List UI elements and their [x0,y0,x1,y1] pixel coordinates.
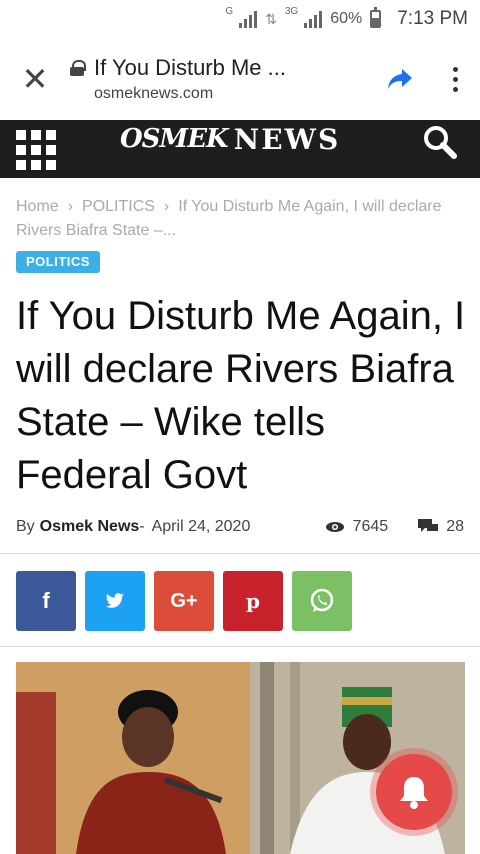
tab-title: If You Disturb Me ... [94,55,286,80]
byline-prefix: By [16,518,35,535]
eye-icon [325,522,344,532]
divider [0,646,480,647]
comments-count[interactable]: 28 [418,518,464,536]
battery-icon [370,7,382,28]
hero-photo-left [16,662,250,854]
google-plus-share-button[interactable]: G+ [154,571,214,631]
lock-icon [70,60,86,76]
twitter-icon [105,593,124,608]
browser-toolbar: ✕ If You Disturb Me ... osmeknews.com [0,38,480,120]
logo-osmek: OSMEK [120,124,229,154]
url-domain: osmeknews.com [94,85,214,102]
divider [0,553,480,554]
breadcrumb-current: If You Disturb Me Again, I will declare … [16,198,442,239]
facebook-share-button[interactable]: f [16,571,76,631]
whatsapp-share-button[interactable] [292,571,352,631]
article-meta: By Osmek News - April 24, 2020 7645 28 [16,515,464,539]
menu-grid-icon[interactable] [16,130,56,170]
breadcrumb-home[interactable]: Home [16,198,59,215]
article-headline: If You Disturb Me Again, I will declare … [16,294,466,497]
pinterest-icon: p [246,589,260,613]
chevron-right-icon: › [67,198,74,215]
url-block[interactable]: If You Disturb Me ... osmeknews.com [70,55,370,103]
signal-icon-2 [304,10,323,28]
views-count: 7645 [325,518,389,536]
battery-percent: 60% [330,10,363,27]
close-icon[interactable]: ✕ [0,38,70,120]
signal-icon [239,10,258,28]
date-separator: - [139,518,145,535]
more-options-icon[interactable] [430,38,480,120]
network-type-2: 3G [284,6,299,17]
author-name[interactable]: Osmek News [40,518,140,536]
facebook-icon: f [42,588,50,613]
search-icon[interactable] [422,124,458,160]
chevron-right-icon: › [163,198,170,215]
comments-value: 28 [446,518,464,535]
logo-news: NEWS [233,122,341,156]
share-icon[interactable] [370,38,430,120]
views-value: 7645 [352,518,389,535]
site-logo[interactable]: OSMEK NEWS [120,120,340,158]
clock: 7:13 PM [397,8,468,29]
category-badge[interactable]: POLITICS [16,251,100,273]
notification-bell-button[interactable] [376,754,452,830]
breadcrumb-category[interactable]: POLITICS [82,198,155,215]
bell-icon [400,777,428,809]
share-buttons: f G+ p [16,571,352,631]
publish-date: April 24, 2020 [151,518,251,535]
status-bar: G ⇅ 3G 60% 7:13 PM [0,0,480,38]
twitter-share-button[interactable] [85,571,145,631]
google-plus-icon: G+ [170,589,198,612]
data-arrows-icon: ⇅ [265,10,277,27]
comment-icon [418,519,439,532]
whatsapp-icon [310,588,334,612]
breadcrumb: Home › POLITICS › If You Disturb Me Again, I… [16,195,456,243]
pinterest-share-button[interactable]: p [223,571,283,631]
site-header: OSMEK NEWS [0,120,480,178]
network-type-1: G [225,6,234,17]
